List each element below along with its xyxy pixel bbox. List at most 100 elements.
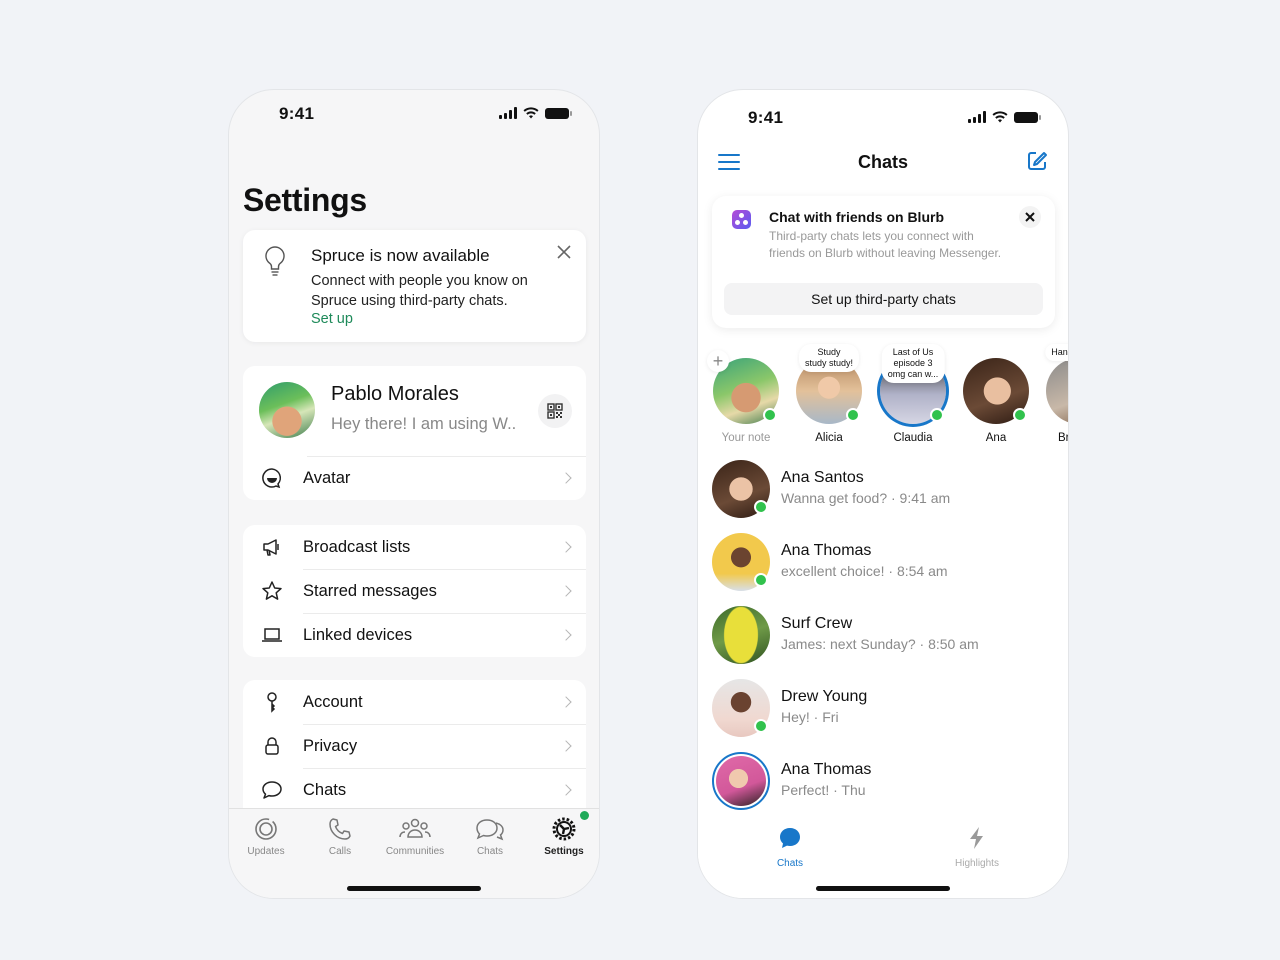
tab-settings[interactable]: Settings [527, 811, 599, 857]
tab-label: Calls [328, 846, 352, 857]
key-icon [261, 691, 283, 713]
page-title: Chats [857, 152, 908, 172]
settings-phone-screen: 9:41 Settings Spruce is now available Co… [228, 89, 600, 899]
battery-icon [545, 107, 572, 119]
star-icon [261, 580, 283, 602]
tab-chats[interactable]: Chats [453, 815, 527, 857]
status-icons [499, 107, 572, 119]
tab-chats[interactable]: Chats [750, 826, 830, 869]
avatar [963, 358, 1029, 424]
tab-label: Communities [385, 846, 445, 857]
bottom-tab-bar: Updates Calls Communities Chats Settings [229, 808, 599, 898]
note-bubble: Last of Us episode 3 omg can w... [881, 344, 945, 383]
wifi-icon [992, 111, 1008, 123]
story-ana[interactable]: Ana [961, 358, 1031, 444]
profile-status: Hey there! I am using W.. [331, 415, 517, 433]
avatar [712, 606, 770, 664]
tab-label: Chats [776, 858, 804, 869]
home-indicator [816, 886, 950, 891]
setup-third-party-chats-button[interactable]: Set up third-party chats [724, 283, 1043, 315]
avatar [1046, 358, 1068, 424]
chevron-right-icon [560, 541, 572, 553]
settings-row-broadcast-lists[interactable]: Broadcast lists [243, 525, 586, 569]
profile-name: Pablo Morales [331, 383, 459, 405]
settings-row-label: Account [303, 692, 363, 711]
megaphone-icon [261, 536, 283, 558]
online-indicator [754, 500, 768, 514]
status-time: 9:41 [279, 104, 315, 123]
tab-label: Highlights [955, 858, 999, 869]
story-your-note[interactable]: + Your note [707, 350, 781, 444]
settings-row-chats[interactable]: Chats [243, 768, 586, 812]
chevron-right-icon [560, 472, 572, 484]
qr-code-button[interactable] [538, 394, 572, 428]
notification-badge [580, 811, 589, 820]
add-note-icon[interactable]: + [707, 350, 729, 372]
chevron-right-icon [560, 696, 572, 708]
note-bubble: Hang [1045, 344, 1068, 361]
chevron-right-icon [560, 629, 572, 641]
conversation-preview: Wanna get food? · 9:41 am [781, 490, 951, 506]
settings-row-linked-devices[interactable]: Linked devices [243, 613, 586, 657]
conversation-row[interactable]: Surf Crew James: next Sunday? · 8:50 am [698, 600, 1068, 670]
online-indicator [763, 408, 777, 422]
tab-calls[interactable]: Calls [303, 815, 377, 857]
online-indicator [930, 408, 944, 422]
settings-row-avatar[interactable]: Avatar [243, 456, 586, 500]
conversation-row[interactable]: Ana Thomas excellent choice! · 8:54 am [698, 527, 1068, 597]
story-name: Br.. [1058, 432, 1069, 444]
promo-title: Spruce is now available [311, 246, 490, 265]
conversation-name: Ana Thomas [781, 542, 872, 559]
settings-row-privacy[interactable]: Privacy [243, 724, 586, 768]
chevron-right-icon [560, 585, 572, 597]
note-bubble: Study study study! [798, 344, 860, 372]
conversation-row[interactable]: Ana Thomas Perfect! · Thu [698, 746, 1068, 816]
settings-row-label: Privacy [303, 736, 358, 755]
avatar-face-icon [261, 467, 283, 489]
conversation-name: Ana Thomas [781, 761, 872, 778]
promo-body: Connect with people you know on Spruce u… [311, 273, 528, 309]
story-name: Your note [721, 432, 771, 444]
settings-row-label: Broadcast lists [303, 537, 411, 556]
chat-bubble-icon [261, 779, 283, 801]
chevron-right-icon [560, 784, 572, 796]
lightning-icon [970, 827, 983, 849]
online-indicator [754, 573, 768, 587]
set-up-link[interactable]: Set up [311, 311, 353, 327]
tab-updates[interactable]: Updates [229, 815, 303, 857]
conversation-row[interactable]: Ana Santos Wanna get food? · 9:41 am [698, 454, 1068, 524]
compose-icon[interactable] [1026, 150, 1048, 172]
chevron-right-icon [560, 740, 572, 752]
page-title: Settings [243, 182, 367, 218]
settings-row-account[interactable]: Account [243, 680, 586, 724]
qr-code-icon [547, 403, 563, 419]
tab-highlights[interactable]: Highlights [937, 826, 1017, 869]
tab-label: Chats [476, 846, 504, 857]
story-partial[interactable]: Hang Br.. [1044, 344, 1069, 444]
profile-card[interactable]: Pablo Morales Hey there! I am using W.. … [243, 366, 586, 500]
conversation-name: Surf Crew [781, 615, 853, 632]
lock-icon [261, 735, 283, 757]
tab-communities[interactable]: Communities [378, 815, 452, 857]
home-indicator [347, 886, 481, 891]
settings-row-starred-messages[interactable]: Starred messages [243, 569, 586, 613]
avatar[interactable] [259, 382, 315, 438]
online-indicator [1013, 408, 1027, 422]
story-alicia[interactable]: Study study study! Alicia [794, 344, 864, 444]
tab-label: Settings [544, 846, 584, 857]
story-claudia[interactable]: Last of Us episode 3 omg can w... Claudia [877, 344, 949, 444]
tab-label: Updates [247, 846, 285, 857]
chats-phone-screen: 9:41 Chats Chat with friends on Blurb Th… [697, 89, 1069, 899]
chats-bubble-icon [780, 828, 800, 848]
settings-group-1: Broadcast lists Starred messages Linked … [243, 525, 586, 657]
communities-icon [399, 818, 431, 838]
promo-title: Chat with friends on Blurb [769, 209, 944, 225]
close-icon[interactable] [556, 244, 572, 260]
conversation-preview: Hey! · Fri [781, 709, 839, 725]
settings-gear-icon [552, 817, 576, 841]
phone-icon [329, 818, 351, 840]
close-button[interactable] [1019, 206, 1041, 228]
blurb-promo-card: Chat with friends on Blurb Third-party c… [712, 196, 1055, 328]
signal-icon [968, 111, 986, 123]
conversation-row[interactable]: Drew Young Hey! · Fri [698, 673, 1068, 743]
